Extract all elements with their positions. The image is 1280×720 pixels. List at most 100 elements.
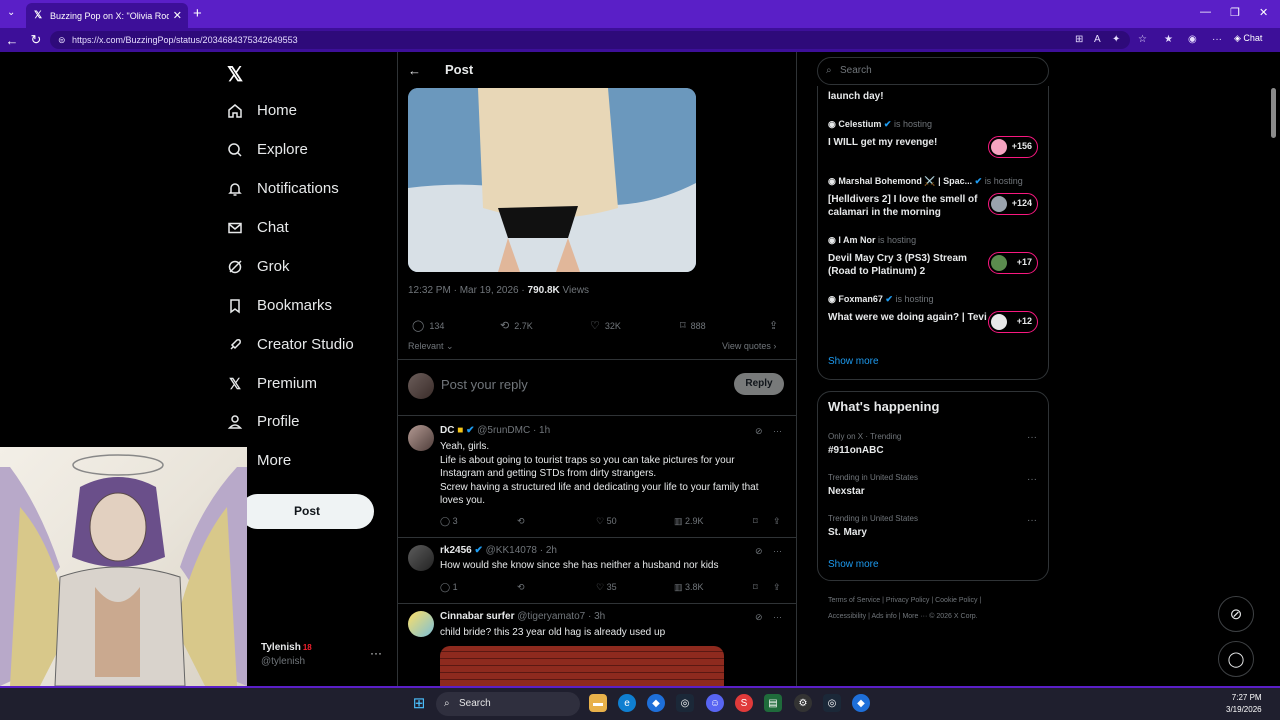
close-tab-icon[interactable]: ✕ xyxy=(173,9,182,22)
new-tab-icon[interactable]: + xyxy=(193,5,202,22)
scrollbar-thumb[interactable] xyxy=(1271,88,1276,138)
settings-more-icon[interactable]: ··· xyxy=(1212,34,1222,45)
account-name[interactable]: Tylenish 18 xyxy=(261,642,312,653)
post-image[interactable] xyxy=(408,88,696,272)
discord-icon[interactable]: ☺ xyxy=(706,694,724,712)
like-action[interactable]: ♡ 35 xyxy=(596,582,617,593)
reply-author[interactable]: DC ■ ✔ @5runDMC · 1h xyxy=(440,425,550,436)
footer-links[interactable]: Accessibility | Ads info | More ··· © 20… xyxy=(828,613,978,620)
avatar[interactable] xyxy=(408,373,434,399)
app-icon[interactable]: ⚙ xyxy=(794,694,812,712)
app-icon[interactable]: ◆ xyxy=(852,694,870,712)
space-title[interactable]: [Helldivers 2] I love the smell of calam… xyxy=(828,193,988,219)
space-title[interactable]: Devil May Cry 3 (PS3) Stream (Road to Pl… xyxy=(828,252,988,278)
space-listener-count[interactable]: +156 xyxy=(988,136,1038,158)
nav-premium[interactable]: 𝕏 Premium xyxy=(227,375,317,393)
reply-action[interactable]: ◯ 1 xyxy=(440,582,458,593)
space-listener-count[interactable]: +124 xyxy=(988,193,1038,215)
restore-icon[interactable]: ❐ xyxy=(1230,6,1240,19)
favorite-star-icon[interactable]: ☆ xyxy=(1138,34,1147,45)
tab-menu-icon[interactable]: ⌄ xyxy=(7,7,15,18)
nav-profile[interactable]: Profile xyxy=(227,413,300,430)
app-icon[interactable]: ▤ xyxy=(764,694,782,712)
nav-chat[interactable]: Chat xyxy=(227,219,289,236)
taskbar-clock[interactable]: 7:27 PM 3/19/2026 xyxy=(1226,692,1262,716)
space-title[interactable]: What were we doing again? | Tevi xyxy=(828,311,988,324)
address-bar[interactable]: ⊜ https://x.com/BuzzingPop/status/203468… xyxy=(50,31,1130,49)
nav-grok[interactable]: Grok xyxy=(227,258,290,275)
like-action[interactable]: ♡ 50 xyxy=(596,516,617,527)
share-icon[interactable]: ⇪ xyxy=(773,582,781,593)
nav-notifications[interactable]: Notifications xyxy=(227,180,339,197)
trend-name[interactable]: #911onABC xyxy=(828,445,884,456)
avatar[interactable] xyxy=(408,425,434,451)
search-input[interactable]: ⌕ Search xyxy=(817,57,1049,85)
more-icon[interactable]: ··· xyxy=(773,426,782,436)
reply-author[interactable]: Cinnabar surfer @tigeryamato7 · 3h xyxy=(440,611,605,622)
steam-icon[interactable]: ◎ xyxy=(676,694,694,712)
refresh-icon[interactable]: ↻ xyxy=(24,32,48,48)
browser-tab[interactable]: 𝕏 Buzzing Pop on X: "Olivia Rodrigo ✕ xyxy=(26,3,188,28)
grok-icon[interactable]: ⊘ xyxy=(755,546,763,557)
space-title[interactable]: I WILL get my revenge! xyxy=(828,136,988,149)
repost-icon[interactable]: ⟲ xyxy=(517,582,525,593)
trend-more-icon[interactable]: ··· xyxy=(1027,474,1037,485)
reply-author[interactable]: rk2456 ✔ @KK14078 · 2h xyxy=(440,545,557,556)
view-quotes-link[interactable]: View quotes › xyxy=(722,341,776,351)
nav-explore[interactable]: Explore xyxy=(227,141,308,158)
trend-more-icon[interactable]: ··· xyxy=(1027,432,1037,443)
steam-icon[interactable]: ◎ xyxy=(823,694,841,712)
nav-creator-studio[interactable]: Creator Studio xyxy=(227,336,354,353)
taskbar-search[interactable]: ⌕ Search xyxy=(436,692,580,716)
space-listener-count[interactable]: +12 xyxy=(988,311,1038,333)
like-action[interactable]: ♡ 32K xyxy=(590,319,621,332)
minimize-icon[interactable]: — xyxy=(1200,6,1211,18)
extensions-icon[interactable]: ✦ xyxy=(1112,34,1120,45)
views-action[interactable]: ▥ 2.9K xyxy=(674,516,704,527)
bookmark-action[interactable]: ⌑ 888 xyxy=(680,319,706,332)
profile-avatar-icon[interactable]: ◉ xyxy=(1188,34,1197,45)
more-icon[interactable]: ··· xyxy=(773,546,782,556)
x-logo-icon[interactable]: 𝕏 xyxy=(227,62,243,87)
read-aloud-icon[interactable]: A xyxy=(1094,34,1101,45)
post-button[interactable]: Post xyxy=(240,494,374,529)
site-info-icon[interactable]: ⊜ xyxy=(58,31,66,49)
reply-action[interactable]: ◯ 134 xyxy=(412,319,444,332)
spaces-show-more-link[interactable]: Show more xyxy=(828,356,879,367)
trend-name[interactable]: Nexstar xyxy=(828,486,865,497)
reply-action[interactable]: ◯ 3 xyxy=(440,516,458,527)
scrollbar[interactable] xyxy=(1268,52,1280,686)
grok-fab-icon[interactable]: ⊘ xyxy=(1218,596,1254,632)
nav-home[interactable]: Home xyxy=(227,102,297,119)
file-explorer-icon[interactable]: ▬ xyxy=(589,694,607,712)
back-arrow-icon[interactable]: ← xyxy=(408,63,421,78)
reply-image[interactable] xyxy=(440,646,724,686)
favorites-icon[interactable]: ★ xyxy=(1164,34,1173,45)
repost-icon[interactable]: ⟲ xyxy=(517,516,525,527)
nav-more[interactable]: More xyxy=(257,452,291,469)
chat-fab-icon[interactable]: ◯ xyxy=(1218,641,1254,677)
close-window-icon[interactable]: ✕ xyxy=(1259,6,1268,19)
more-icon[interactable]: ··· xyxy=(773,612,782,622)
nav-bookmarks[interactable]: Bookmarks xyxy=(227,297,332,314)
account-more-icon[interactable]: ··· xyxy=(370,646,382,660)
bookmark-icon[interactable]: ⌑ xyxy=(753,582,758,593)
grok-icon[interactable]: ⊘ xyxy=(755,426,763,437)
views-action[interactable]: ▥ 3.8K xyxy=(674,582,704,593)
app-icon[interactable]: S xyxy=(735,694,753,712)
trend-more-icon[interactable]: ··· xyxy=(1027,515,1037,526)
footer-links[interactable]: Terms of Service | Privacy Policy | Cook… xyxy=(828,597,981,604)
back-icon[interactable]: ← xyxy=(0,33,24,48)
space-title[interactable]: launch day! xyxy=(828,90,988,103)
trends-show-more-link[interactable]: Show more xyxy=(828,559,879,570)
repost-action[interactable]: ⟲ 2.7K xyxy=(500,319,533,332)
copilot-chat-button[interactable]: ◈ Chat xyxy=(1234,33,1262,44)
avatar[interactable] xyxy=(408,545,434,571)
edge-icon[interactable]: e xyxy=(618,694,636,712)
reply-input[interactable]: Post your reply xyxy=(441,377,528,392)
app-icon[interactable]: ◆ xyxy=(647,694,665,712)
grok-icon[interactable]: ⊘ xyxy=(755,612,763,623)
bookmark-icon[interactable]: ⌑ xyxy=(753,516,758,527)
pip-video-overlay[interactable] xyxy=(0,447,247,686)
share-icon[interactable]: ⇪ xyxy=(773,516,781,527)
